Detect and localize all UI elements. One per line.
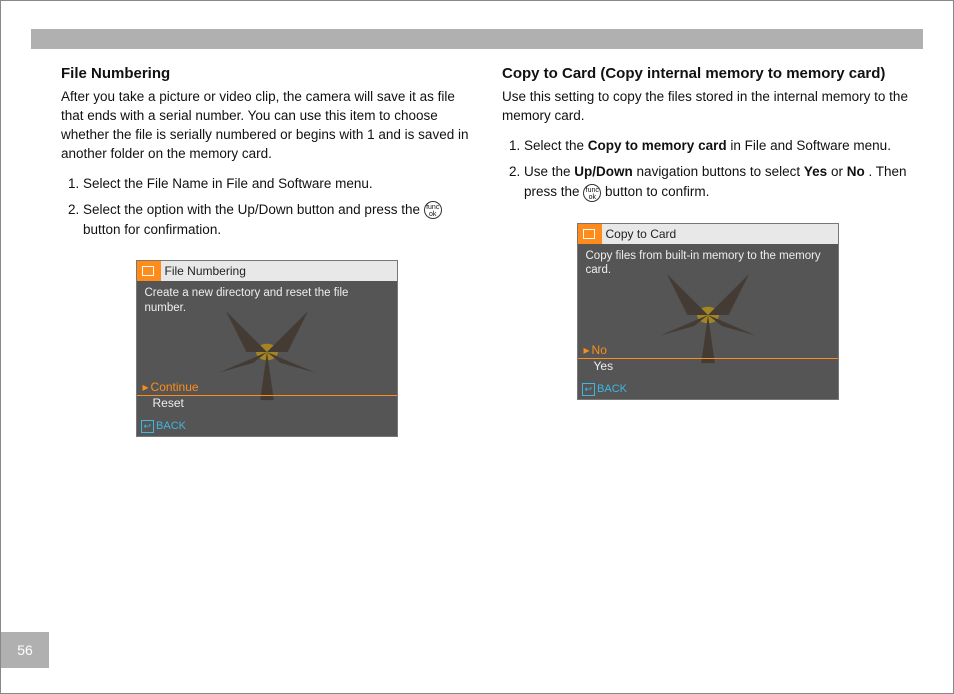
left-column: File Numbering After you take a picture … xyxy=(61,61,472,613)
cam-options: Continue Reset xyxy=(143,380,199,410)
cam-back: ↩BACK xyxy=(141,420,187,433)
cam-opt-other: Yes xyxy=(594,359,614,373)
left-step2-text-b: button for confirmation. xyxy=(83,222,221,237)
right-step-2: Use the Up/Down navigation buttons to se… xyxy=(524,162,913,203)
flower-decor-icon xyxy=(187,297,347,407)
header-bar xyxy=(31,29,923,49)
left-step2-text-a: Select the option with the Up/Down butto… xyxy=(83,202,424,217)
r-step2-c: or xyxy=(831,164,847,179)
r-step2-a: Use the xyxy=(524,164,574,179)
r-step2-bold2: Yes xyxy=(804,164,827,179)
back-arrow-icon: ↩ xyxy=(141,420,155,433)
left-camera-screen: File Numbering Create a new directory an… xyxy=(136,260,398,437)
page-content: File Numbering After you take a picture … xyxy=(61,61,913,613)
r-step1-a: Select the xyxy=(524,138,588,153)
r-step2-b: navigation buttons to select xyxy=(637,164,804,179)
left-heading: File Numbering xyxy=(61,65,472,82)
cam-titlebar: File Numbering xyxy=(137,261,397,281)
left-steps: Select the File Name in File and Softwar… xyxy=(61,174,472,241)
right-camera-screen: Copy to Card Copy files from built-in me… xyxy=(577,223,839,400)
cam-opt-other: Reset xyxy=(153,396,199,410)
flower-decor-icon xyxy=(628,260,788,370)
folder-icon xyxy=(137,261,161,281)
cam-back-label: BACK xyxy=(597,383,627,395)
func-ok-icon: funcok xyxy=(424,201,442,219)
back-arrow-icon: ↩ xyxy=(582,383,596,396)
cam-title: Copy to Card xyxy=(606,227,677,241)
right-heading: Copy to Card (Copy internal memory to me… xyxy=(502,65,913,82)
cam-titlebar: Copy to Card xyxy=(578,224,838,244)
r-step2-bold1: Up/Down xyxy=(574,164,633,179)
cam-divider xyxy=(578,358,838,359)
r-step2-e: button to confirm. xyxy=(605,184,709,199)
left-step-2: Select the option with the Up/Down butto… xyxy=(83,200,472,241)
cam-opt-selected: No xyxy=(584,343,614,357)
right-column: Copy to Card (Copy internal memory to me… xyxy=(502,61,913,613)
right-intro: Use this setting to copy the files store… xyxy=(502,88,913,126)
cam-title: File Numbering xyxy=(165,264,246,278)
r-step1-bold: Copy to memory card xyxy=(588,138,727,153)
right-steps: Select the Copy to memory card in File a… xyxy=(502,136,913,203)
r-step2-bold3: No xyxy=(847,164,865,179)
cam-back-label: BACK xyxy=(156,420,186,432)
left-step-1: Select the File Name in File and Softwar… xyxy=(83,174,472,194)
cam-opt-selected: Continue xyxy=(143,380,199,394)
r-step1-b: in File and Software menu. xyxy=(730,138,891,153)
page-number: 56 xyxy=(1,632,49,668)
right-step-1: Select the Copy to memory card in File a… xyxy=(524,136,913,156)
func-ok-icon: funcok xyxy=(583,184,601,202)
folder-icon xyxy=(578,224,602,244)
cam-back: ↩BACK xyxy=(582,383,628,396)
left-intro: After you take a picture or video clip, … xyxy=(61,88,472,164)
cam-options: No Yes xyxy=(584,343,614,373)
